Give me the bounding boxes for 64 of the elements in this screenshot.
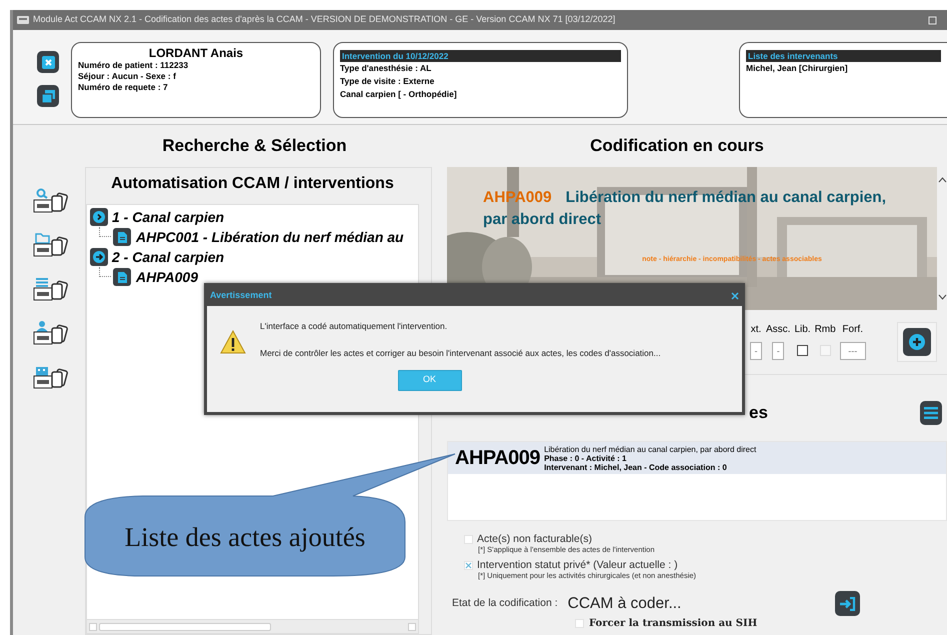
intervention-info: Type de visite : Externe — [340, 75, 436, 88]
menu-button[interactable] — [920, 401, 942, 425]
code-field[interactable]: - — [772, 342, 784, 360]
tree-node[interactable]: 1 - Canal carpien — [112, 206, 224, 228]
windows-icon — [42, 90, 54, 102]
transfer-button[interactable] — [835, 591, 860, 616]
intervention-header: Intervention du 10/12/2022 — [340, 50, 621, 62]
field-label: Rmb — [814, 324, 836, 336]
maximize-icon[interactable] — [928, 16, 937, 24]
section-title: Codification en cours — [589, 135, 765, 157]
document-icon — [113, 228, 131, 246]
status-label: Etat de la codification : — [452, 596, 558, 611]
close-icon — [42, 56, 54, 68]
panel-title: Automatisation CCAM / interventions — [110, 174, 395, 194]
field-label: Forf. — [842, 324, 863, 336]
option-label[interactable]: Acte(s) non facturable(s) — [477, 533, 592, 545]
window-title: Module Act CCAM NX 2.1 - Codification des actes d'après la CCAM - VERSION DE DEMONSTRATION - GE - Version CCAM NX 71 [03/12/2022] — [33, 13, 616, 26]
scroll-up-icon[interactable] — [938, 177, 946, 183]
close-button[interactable] — [37, 51, 59, 73]
scroll-down-icon[interactable] — [938, 294, 946, 300]
option-label[interactable]: Intervention statut privé* (Valeur actuelle : ) — [477, 559, 678, 571]
code-field[interactable]: --- — [840, 342, 866, 360]
patient-info: Numéro de patient : 112233 — [78, 60, 190, 71]
plus-icon — [909, 334, 925, 350]
dialog-title: Avertissement — [210, 289, 272, 302]
tree-leaf[interactable]: AHPA009 — [136, 266, 198, 288]
dialog-message: L'interface a codé automatiquement l'intervention. — [260, 320, 448, 333]
tree-node[interactable]: 2 - Canal carpien — [112, 246, 224, 268]
patient-info: Numéro de requete : 7 — [78, 82, 169, 93]
warning-icon — [220, 330, 246, 354]
status-value: CCAM à coder... — [568, 594, 682, 614]
menu-icon — [924, 407, 938, 419]
tree-leaf[interactable]: AHPC001 - Libération du nerf médian au — [136, 226, 404, 248]
callout-text: Liste des actes ajoutés — [124, 521, 366, 554]
field-label: xt. — [750, 324, 762, 336]
arrow-node-icon[interactable] — [90, 248, 108, 266]
document-icon — [113, 268, 131, 286]
section-title: es — [749, 402, 768, 424]
intervention-info: Canal carpien [ - Orthopédie] — [340, 88, 458, 101]
dialog-message: Merci de contrôler les actes et corriger au besoin l'intervenant associé aux actes, les codes d'association... — [260, 346, 661, 360]
field-label: Lib. — [794, 324, 811, 336]
checkbox[interactable] — [797, 345, 808, 356]
act-detail: Libération du nerf médian au canal carpien, par abord direct — [544, 444, 756, 454]
act-detail: Phase : 0 - Activité : 1 — [544, 454, 628, 462]
act-code: AHPA009 — [455, 447, 540, 469]
patient-info: Séjour : Aucun - Sexe : f — [78, 71, 177, 82]
horizontal-scrollbar[interactable] — [87, 619, 418, 633]
checkbox[interactable] — [464, 560, 473, 570]
app-icon — [17, 16, 29, 24]
close-icon[interactable] — [731, 292, 739, 300]
code-field[interactable]: - — [750, 342, 762, 360]
field-label: Assc. — [766, 324, 790, 336]
act-detail: Intervenant : Michel, Jean - Code association : 0 — [544, 462, 728, 472]
patient-name: LORDANT Anais — [148, 46, 244, 60]
chevron-node-icon[interactable] — [90, 208, 108, 226]
act-title: AHPA009 Libération du nerf médian au canal carpien, par abord direct — [483, 189, 886, 228]
sign-in-icon — [840, 596, 856, 610]
intervenant-name: Michel, Jean [Chirurgien] — [746, 62, 849, 75]
windows-button[interactable] — [37, 85, 59, 107]
section-title: Recherche & Sélection — [161, 135, 348, 157]
add-button[interactable] — [903, 328, 931, 356]
intervenants-header: Liste des intervenants — [746, 50, 941, 62]
force-label[interactable]: Forcer la transmission au SIH — [589, 616, 758, 631]
intervention-info: Type d'anesthésie : AL — [340, 62, 432, 75]
